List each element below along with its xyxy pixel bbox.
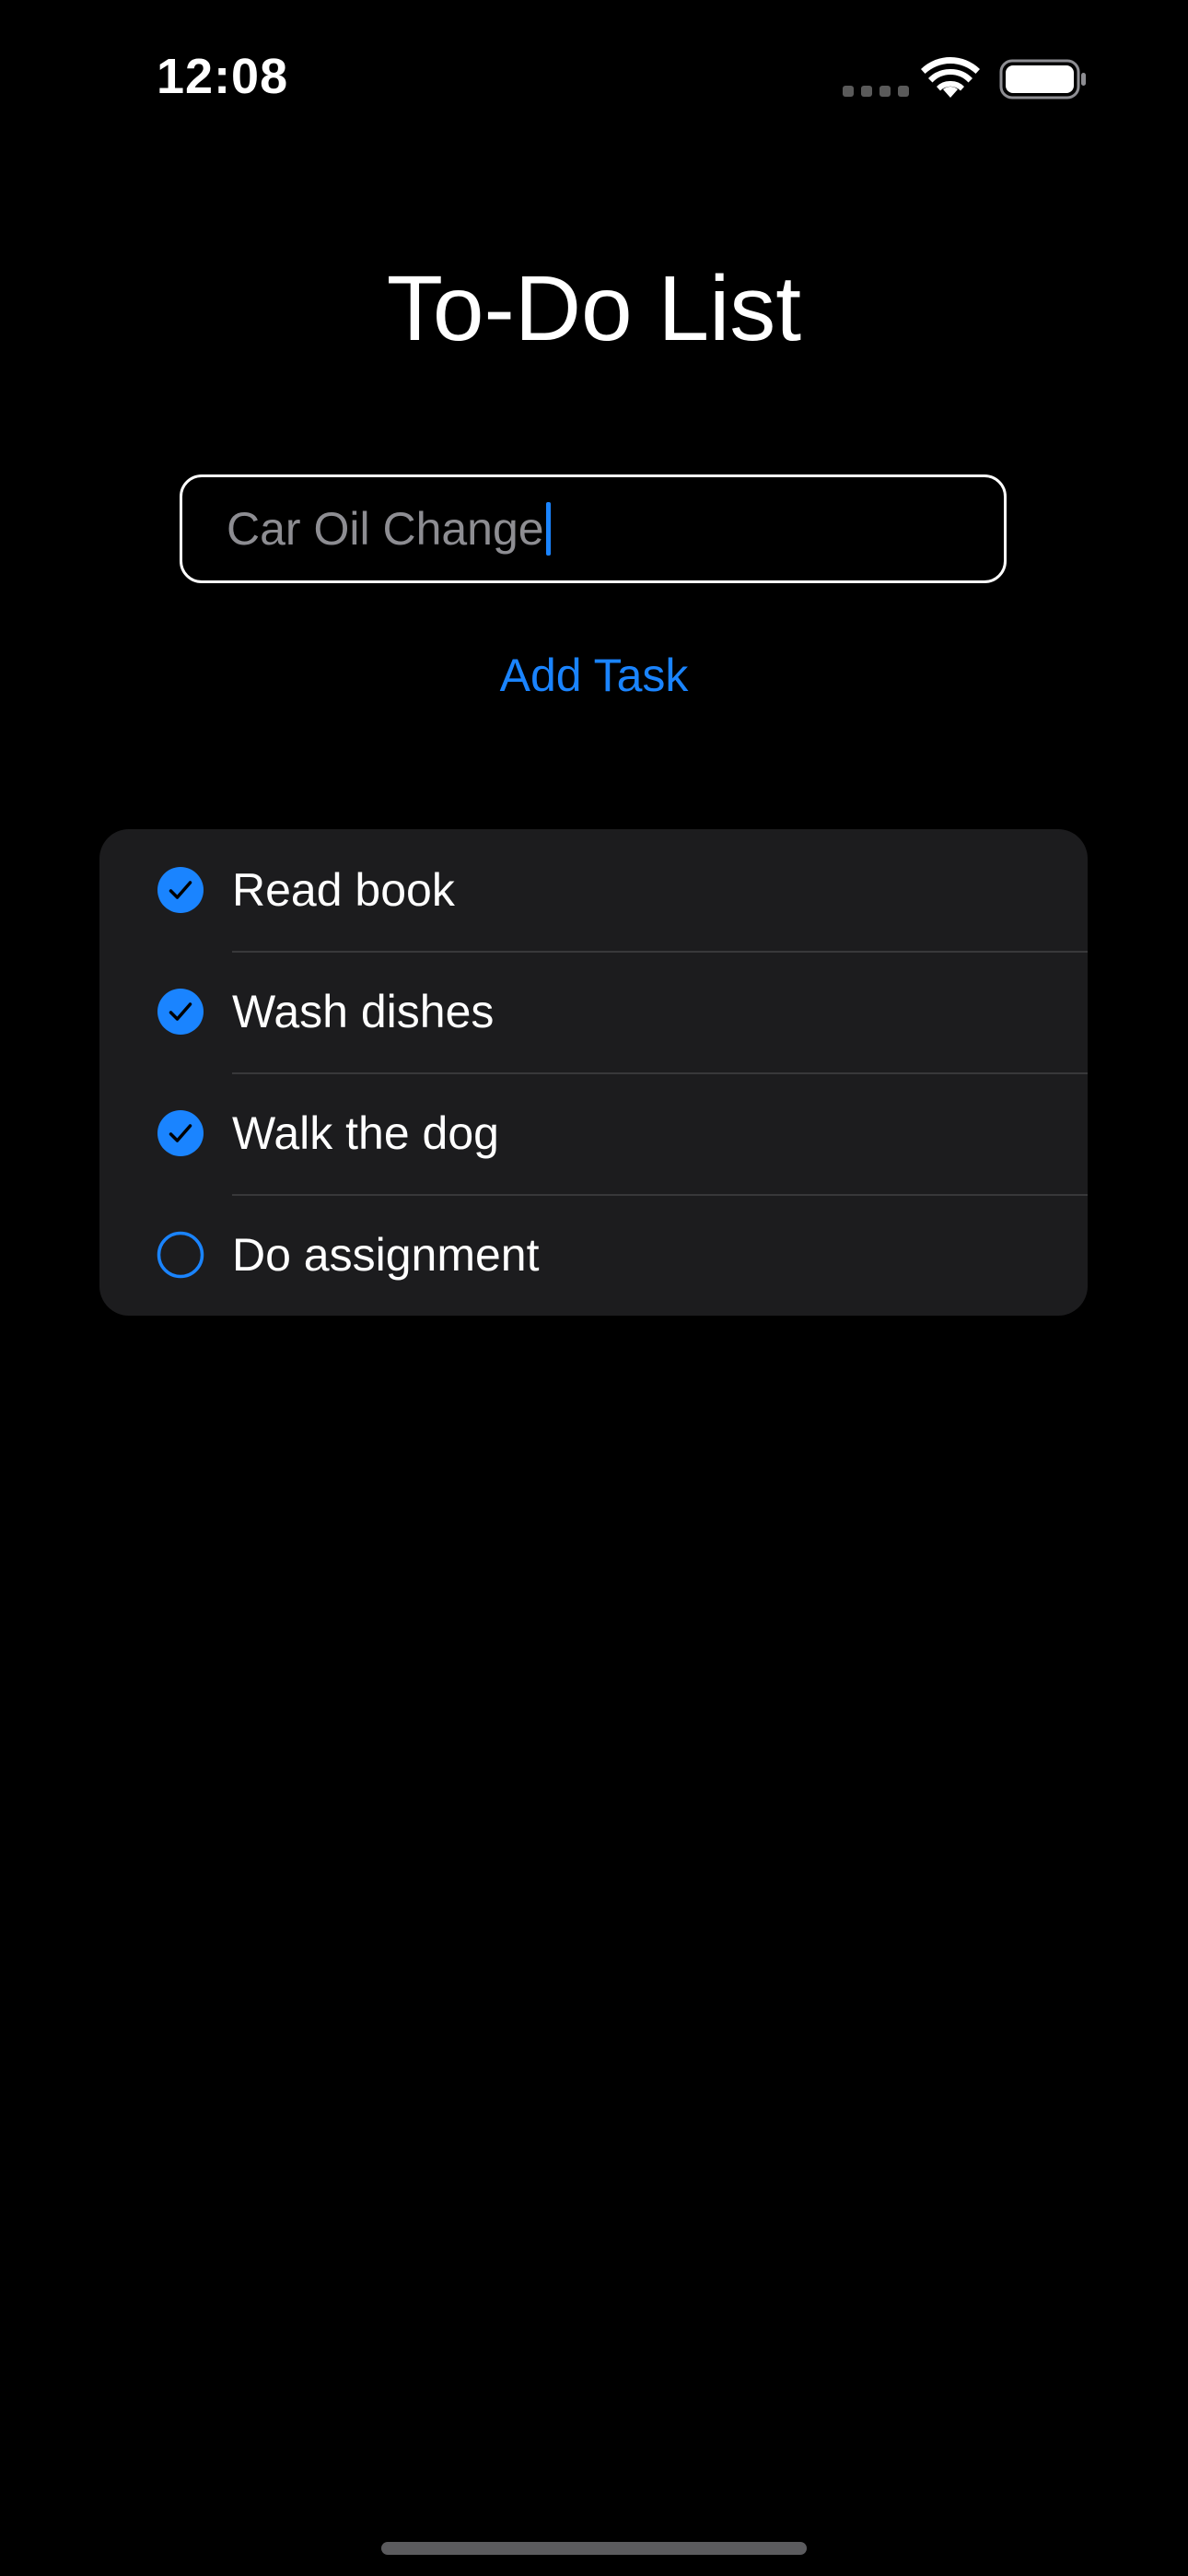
task-row[interactable]: Read book bbox=[99, 829, 1088, 951]
task-row[interactable]: Do assignment bbox=[99, 1194, 1088, 1316]
task-row[interactable]: Walk the dog bbox=[99, 1072, 1088, 1194]
checkmark-circle-filled-icon[interactable] bbox=[157, 1109, 204, 1157]
checkmark-circle-filled-icon[interactable] bbox=[157, 866, 204, 914]
add-task-button-row: Add Task bbox=[0, 645, 1188, 706]
task-input[interactable]: Car Oil Change bbox=[180, 474, 1007, 583]
task-label: Do assignment bbox=[232, 1229, 540, 1281]
task-label: Walk the dog bbox=[232, 1107, 499, 1159]
status-bar: 12:08 bbox=[0, 0, 1188, 157]
page-title: To-Do List bbox=[386, 257, 802, 360]
circle-empty-icon[interactable] bbox=[157, 1231, 204, 1279]
checkmark-circle-filled-icon[interactable] bbox=[157, 988, 204, 1036]
task-label: Read book bbox=[232, 864, 455, 916]
task-input-value: Car Oil Change bbox=[227, 503, 544, 555]
wifi-icon bbox=[921, 57, 980, 98]
task-list: Read book Wash dishes Walk the dog Do as… bbox=[99, 829, 1088, 1316]
battery-icon bbox=[999, 59, 1086, 100]
task-row[interactable]: Wash dishes bbox=[99, 951, 1088, 1072]
text-cursor bbox=[545, 502, 551, 556]
signal-dots-icon bbox=[843, 86, 909, 97]
home-indicator[interactable] bbox=[381, 2542, 807, 2555]
task-label: Wash dishes bbox=[232, 986, 495, 1037]
status-time: 12:08 bbox=[157, 49, 289, 104]
add-task-button[interactable]: Add Task bbox=[500, 650, 689, 701]
